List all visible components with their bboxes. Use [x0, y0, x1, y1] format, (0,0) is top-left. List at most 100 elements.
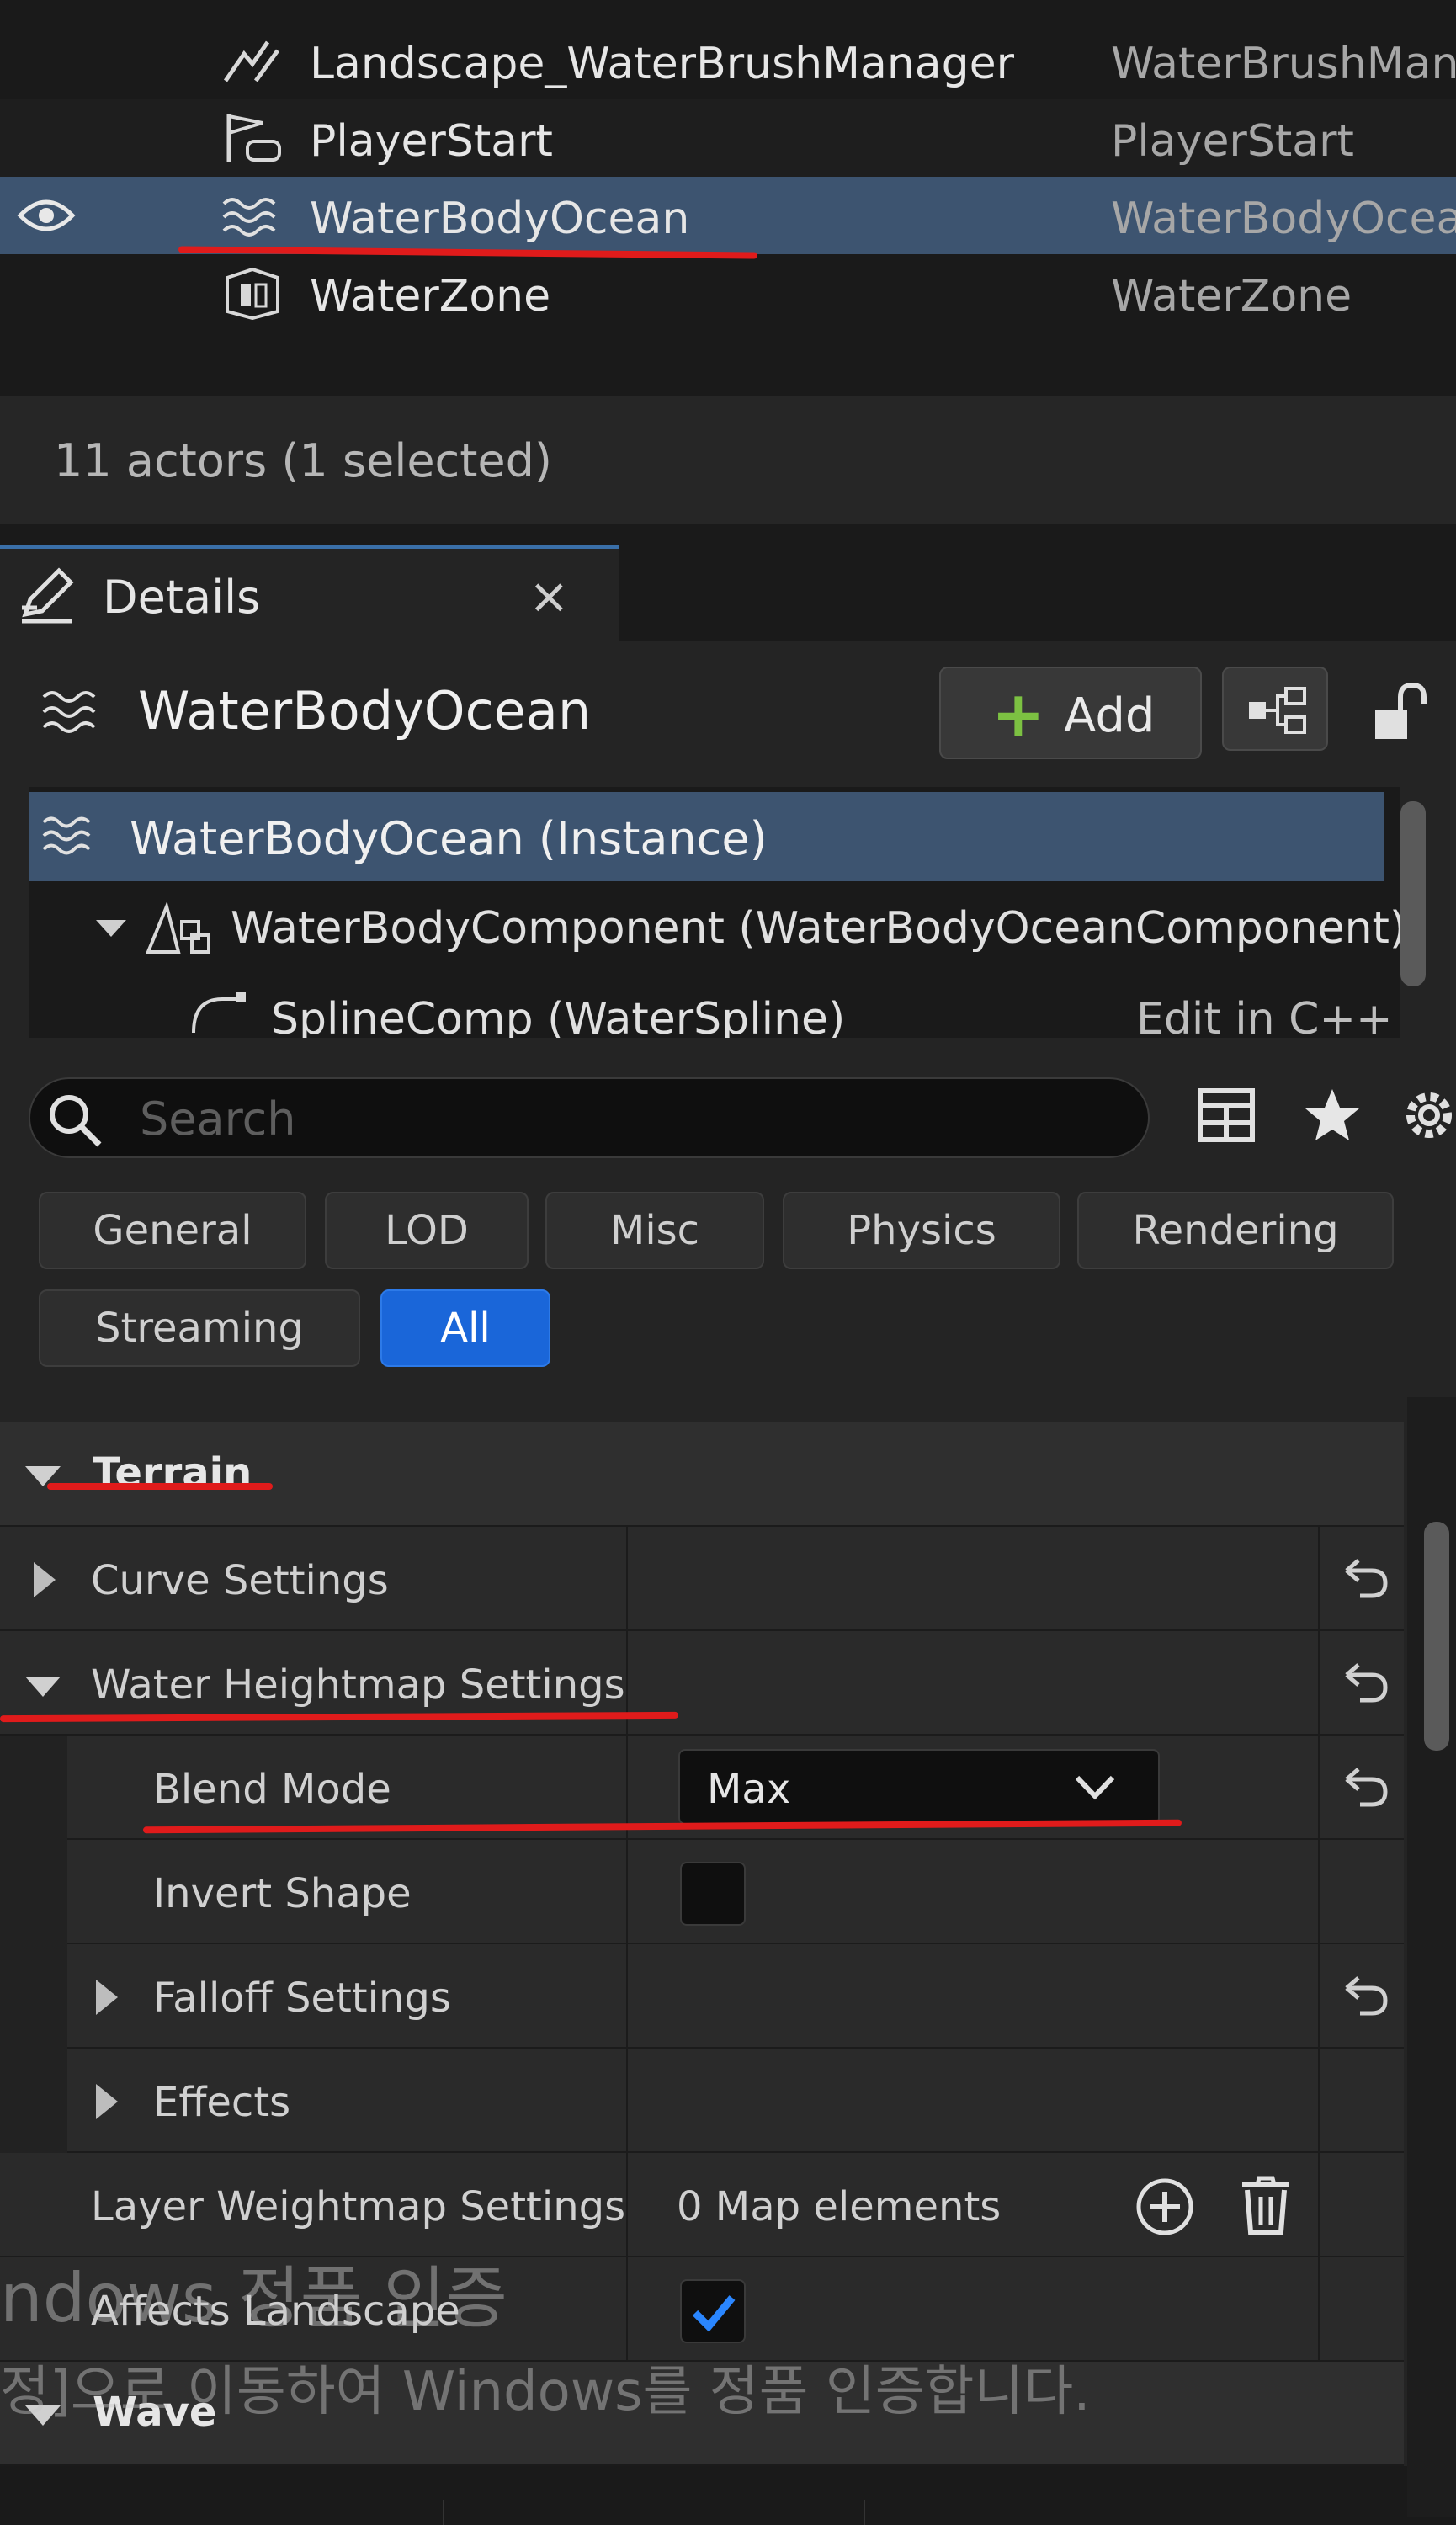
- column-divider: [1318, 2153, 1320, 2257]
- checkmark-icon: [690, 2289, 737, 2333]
- filter-misc[interactable]: Misc: [545, 1192, 764, 1269]
- search-input[interactable]: Search: [140, 1092, 296, 1146]
- details-search-box[interactable]: Search: [29, 1077, 1150, 1158]
- blueprint-hierarchy-button[interactable]: [1222, 667, 1328, 751]
- add-button-label: Add: [1064, 688, 1156, 743]
- actor-name-title: WaterBodyOcean: [138, 680, 592, 742]
- settings-gear-icon[interactable]: [1399, 1086, 1456, 1145]
- component-label: SplineComp (WaterSpline): [271, 994, 846, 1038]
- component-tree: WaterBodyOcean (Instance) WaterBodyCompo…: [29, 787, 1400, 1038]
- property-effects[interactable]: Effects: [0, 2049, 1404, 2153]
- outliner-status-bar: 11 actors (1 selected): [0, 396, 1456, 524]
- column-divider: [1318, 2049, 1320, 2153]
- property-invert-shape: Invert Shape: [0, 1840, 1404, 1944]
- indent-guide: [0, 1736, 67, 1840]
- filter-lod[interactable]: LOD: [325, 1192, 529, 1269]
- table-view-icon[interactable]: [1197, 1086, 1256, 1145]
- bottom-bar: [0, 2466, 1456, 2525]
- component-row-splinecomp[interactable]: SplineComp (WaterSpline) Edit in C++: [29, 977, 1393, 1038]
- column-divider: [1318, 1631, 1320, 1736]
- reset-to-default-icon[interactable]: [1342, 1764, 1389, 1811]
- red-annotation-underline: [47, 1483, 273, 1490]
- lock-icon[interactable]: [1370, 680, 1434, 744]
- expand-arrow-right-icon[interactable]: [94, 2082, 120, 2121]
- column-divider: [626, 1631, 628, 1736]
- column-divider: [626, 1527, 628, 1631]
- windows-activation-watermark-text: 정]으로 이동하여 Windows를 정품 인증합니다.: [0, 2361, 1091, 2423]
- water-zone-icon: [219, 266, 286, 320]
- property-label: Effects: [153, 2079, 291, 2126]
- actor-count-status: 11 actors (1 selected): [54, 434, 552, 487]
- property-label: Water Heightmap Settings: [91, 1661, 625, 1709]
- column-divider: [1318, 1944, 1320, 2049]
- reset-to-default-icon[interactable]: [1342, 1555, 1389, 1603]
- indent-guide: [0, 1944, 67, 2049]
- column-divider: [626, 2153, 628, 2257]
- outliner-item-name: Landscape_WaterBrushManager: [310, 39, 1015, 89]
- column-divider: [1318, 1736, 1320, 1840]
- invert-shape-checkbox[interactable]: [680, 1862, 746, 1926]
- outliner-row-waterbodyocean[interactable]: WaterBodyOcean WaterBodyOcea: [0, 177, 1456, 254]
- component-label: WaterBodyComponent (WaterBodyOceanCompon…: [231, 903, 1400, 954]
- indent-guide: [0, 2049, 67, 2153]
- indent-guide: [0, 1840, 67, 1944]
- component-label: WaterBodyOcean (Instance): [130, 812, 768, 865]
- filter-streaming[interactable]: Streaming: [39, 1289, 360, 1367]
- outliner-row-landscape-waterbrushmanager[interactable]: Landscape_WaterBrushManager WaterBrushMa…: [0, 22, 1456, 99]
- property-curve-settings[interactable]: Curve Settings: [0, 1527, 1404, 1631]
- spline-icon: [189, 991, 247, 1038]
- divider: [864, 2500, 865, 2525]
- component-row-waterbodycomponent[interactable]: WaterBodyComponent (WaterBodyOceanCompon…: [29, 885, 1400, 974]
- divider: [443, 2500, 444, 2525]
- trash-delete-icon[interactable]: [1239, 2175, 1293, 2235]
- outliner-item-type: WaterBodyOcea: [1111, 194, 1456, 244]
- visibility-eye-icon[interactable]: [17, 195, 76, 236]
- search-icon: [45, 1091, 104, 1150]
- filter-physics[interactable]: Physics: [783, 1192, 1060, 1269]
- expand-arrow-right-icon[interactable]: [32, 1560, 57, 1599]
- details-tab-strip: Details ×: [0, 524, 1456, 641]
- details-tab[interactable]: Details ×: [0, 545, 619, 641]
- details-tab-label: Details: [103, 571, 261, 624]
- add-element-plus-circle-icon[interactable]: [1135, 2177, 1195, 2237]
- chevron-down-icon: [1074, 1773, 1116, 1803]
- edit-in-cpp-link[interactable]: Edit in C++: [1136, 994, 1393, 1038]
- property-grid-scrollbar-thumb[interactable]: [1424, 1522, 1449, 1751]
- player-start-flag-icon: [219, 111, 286, 165]
- filter-general[interactable]: General: [39, 1192, 306, 1269]
- water-body-component-icon: [145, 901, 212, 957]
- close-tab-button[interactable]: ×: [529, 567, 570, 625]
- dropdown-value: Max: [707, 1766, 791, 1813]
- affects-landscape-checkbox[interactable]: [680, 2279, 746, 2343]
- reset-to-default-icon[interactable]: [1342, 1660, 1389, 1707]
- component-list-scrollbar[interactable]: [1400, 801, 1426, 986]
- water-waves-icon: [219, 189, 286, 242]
- plus-icon: +: [991, 677, 1045, 752]
- component-row-instance[interactable]: WaterBodyOcean (Instance): [29, 792, 1384, 881]
- outliner-item-type: PlayerStart: [1111, 116, 1354, 167]
- filter-all[interactable]: All: [380, 1289, 550, 1367]
- section-terrain[interactable]: Terrain: [0, 1422, 1404, 1527]
- column-divider: [626, 2049, 628, 2153]
- expand-arrow-down-icon[interactable]: [94, 918, 128, 938]
- outliner-row-waterzone[interactable]: WaterZone WaterZone: [0, 254, 1456, 332]
- add-component-button[interactable]: + Add: [939, 667, 1202, 759]
- property-label: Curve Settings: [91, 1557, 389, 1604]
- outliner-row-playerstart[interactable]: PlayerStart PlayerStart: [0, 99, 1456, 177]
- outliner-item-name: WaterBodyOcean: [310, 194, 690, 244]
- property-label: Falloff Settings: [153, 1975, 451, 2022]
- column-divider: [626, 1840, 628, 1944]
- landscape-brush-icon: [219, 34, 286, 88]
- water-waves-icon: [40, 809, 99, 863]
- filter-rendering[interactable]: Rendering: [1077, 1192, 1394, 1269]
- windows-activation-watermark-title: ndows 정품 인증: [0, 2259, 507, 2337]
- column-divider: [1318, 2257, 1320, 2362]
- blend-mode-dropdown[interactable]: Max: [678, 1749, 1160, 1825]
- collapse-arrow-down-icon[interactable]: [24, 1675, 62, 1698]
- favorites-star-icon[interactable]: [1303, 1086, 1362, 1145]
- outliner-item-name: PlayerStart: [310, 116, 553, 167]
- reset-to-default-icon[interactable]: [1342, 1973, 1389, 2020]
- expand-arrow-right-icon[interactable]: [94, 1978, 120, 2017]
- map-elements-count: 0 Map elements: [677, 2183, 1002, 2230]
- property-falloff-settings[interactable]: Falloff Settings: [0, 1944, 1404, 2049]
